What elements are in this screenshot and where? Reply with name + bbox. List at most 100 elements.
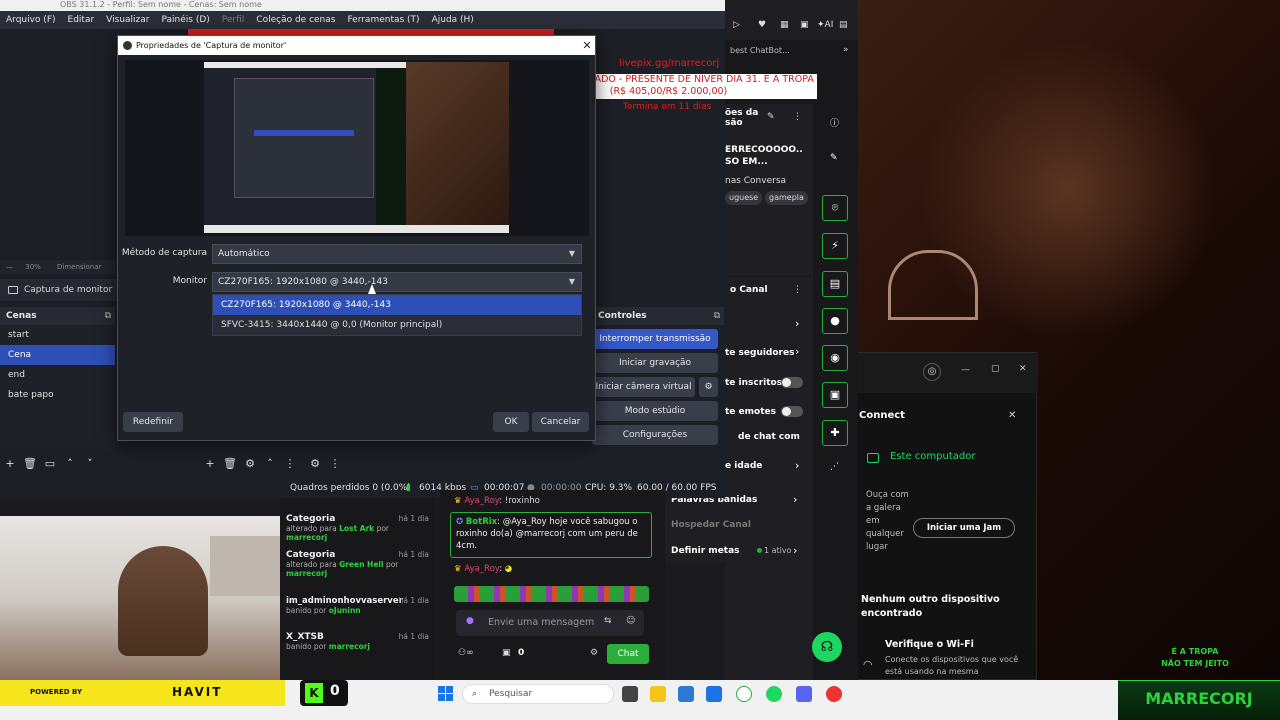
up-icon[interactable]: ˄ (60, 454, 80, 474)
play-icon[interactable]: ▷ (733, 20, 740, 30)
trash-icon[interactable]: 🗑 (20, 454, 40, 474)
chat-send-button[interactable]: Chat (607, 644, 649, 664)
document-icon[interactable]: ▤ (822, 271, 848, 297)
infinity-icon[interactable]: ⚇∞ (458, 648, 474, 658)
start-recording-button[interactable]: Iniciar gravação (592, 353, 718, 373)
start-jam-button[interactable]: Iniciar uma Jam (913, 518, 1015, 538)
virtual-camera-settings-icon[interactable]: ⚙ (699, 377, 718, 397)
menu-view[interactable]: Visualizar (100, 11, 155, 29)
link-icon[interactable]: ⚙ (305, 454, 325, 474)
add-icon[interactable]: + (200, 454, 220, 474)
chevron-right-icon[interactable]: › (795, 345, 799, 358)
row-chat[interactable]: de chat com (738, 432, 800, 442)
chat-input[interactable]: ● Envie uma mensagem ⇆ ☺ (456, 610, 644, 636)
subs-toggle[interactable] (781, 377, 803, 388)
feed-item[interactable]: X_XTSB há 1 dia banido por marrecorj (286, 632, 431, 651)
clip-icon[interactable]: ⌾ (822, 195, 848, 221)
monitor-select[interactable]: CZ270F165: 1920x1080 @ 3440,-143 ▼ (212, 272, 582, 292)
user-icon[interactable]: ◎ (923, 363, 941, 381)
row-followers[interactable]: te seguidores (725, 348, 794, 358)
split-icon[interactable]: ▣ (822, 382, 848, 408)
edit-icon[interactable]: ✎ (767, 112, 775, 122)
scene-item[interactable]: end (0, 365, 115, 385)
close-icon[interactable]: ✕ (1019, 364, 1027, 374)
row-emotes[interactable]: te emotes (725, 407, 776, 417)
windows-start-icon[interactable] (438, 686, 454, 702)
translate-icon[interactable]: ⇆ (604, 616, 612, 626)
add-icon[interactable]: + (0, 454, 20, 474)
zoom-minus-icon[interactable]: — (6, 263, 13, 271)
wrench-icon[interactable]: ✚ (822, 420, 848, 446)
pencil-icon[interactable]: ✎ (830, 153, 838, 163)
feed-item[interactable]: im_adminonhovvaserver há 1 dia banido po… (286, 596, 431, 615)
zoom-label[interactable]: Dimensionar (57, 263, 101, 271)
store-icon[interactable]: ▣ (502, 648, 511, 658)
cancel-button[interactable]: Cancelar (532, 412, 589, 432)
chatbot-label[interactable]: best ChatBot... (730, 46, 790, 55)
scene-item[interactable]: bate papo (0, 385, 115, 405)
doc-icon[interactable]: ▤ (839, 20, 848, 30)
ok-button[interactable]: OK (493, 412, 529, 432)
obs-taskbar-icon[interactable] (826, 686, 842, 702)
virtual-camera-button[interactable]: Iniciar câmera virtual (592, 377, 695, 397)
row-goals[interactable]: Definir metas (671, 546, 740, 556)
more-icon[interactable]: ⋮ (280, 454, 300, 474)
broadcast-icon[interactable]: ◉ (822, 345, 848, 371)
maximize-icon[interactable]: ▢ (991, 364, 1000, 374)
lightning-icon[interactable]: ⚡ (822, 233, 848, 259)
up-icon[interactable]: ˄ (260, 454, 280, 474)
browser-icon[interactable] (736, 686, 752, 702)
trash-icon[interactable]: 🗑 (220, 454, 240, 474)
menu-docks[interactable]: Painéis (D) (155, 11, 215, 29)
feed-item[interactable]: Categoria há 1 dia alterado para Lost Ar… (286, 514, 431, 542)
store-app-icon[interactable] (678, 686, 694, 702)
menu-help[interactable]: Ajuda (H) (426, 11, 480, 29)
method-select[interactable]: Automático ▼ (212, 244, 582, 264)
menu-edit[interactable]: Editar (62, 11, 101, 29)
cube-icon[interactable]: ▣ (800, 20, 809, 30)
spotify-icon[interactable] (766, 686, 782, 702)
taskbar-search[interactable]: ⌕ Pesquisar (462, 684, 614, 704)
bot-user[interactable]: BotRix (466, 517, 497, 527)
discord-icon[interactable] (796, 686, 812, 702)
outlook-icon[interactable] (706, 686, 722, 702)
studio-mode-button[interactable]: Modo estúdio (592, 401, 718, 421)
chat-user[interactable]: Aya_Roy (464, 496, 499, 506)
tag-2[interactable]: gamepla (765, 191, 808, 205)
menu-file[interactable]: Arquivo (F) (0, 11, 62, 29)
folder-icon[interactable] (650, 686, 666, 702)
chat-bubble-icon[interactable]: ● (822, 308, 848, 334)
emoji-icon[interactable]: ☺ (626, 616, 635, 626)
chevron-right-icon[interactable]: › (793, 544, 797, 557)
info-icon[interactable]: ⓘ (830, 116, 839, 129)
menu-profile[interactable]: Perfil (216, 11, 251, 29)
undock-icon[interactable]: ⧉ (105, 307, 111, 325)
hearts-icon[interactable]: ♥ (758, 20, 766, 30)
scene-item[interactable]: start (0, 325, 115, 345)
canal-more-icon[interactable]: ⋮ (793, 285, 802, 295)
monitor-option[interactable]: SFVC-3415: 3440x1440 @ 0,0 (Monitor prin… (213, 315, 581, 335)
chevron-right-icon[interactable]: › (795, 317, 799, 330)
mic-icon[interactable]: ● (466, 616, 474, 626)
undock-icon[interactable]: ⧉ (714, 307, 720, 325)
chevron-right-icon[interactable]: › (795, 459, 799, 472)
source-row[interactable]: Captura de monitor (0, 279, 120, 301)
menu-scene-collection[interactable]: Coleção de cenas (250, 11, 341, 29)
grid-icon[interactable]: ▦ (780, 20, 789, 30)
settings-icon[interactable]: ⚙ (590, 648, 598, 658)
tag-1[interactable]: uguese (725, 191, 763, 205)
monitor-option[interactable]: CZ270F165: 1920x1080 @ 3440,-143 (213, 295, 581, 315)
emotes-toggle[interactable] (781, 406, 803, 417)
settings-button[interactable]: Configurações (592, 425, 718, 445)
close-icon[interactable]: ✕ (580, 36, 594, 55)
this-device-label[interactable]: Este computador (890, 451, 975, 462)
more-icon[interactable]: ⋮ (793, 112, 802, 122)
share-icon[interactable]: ⋰ (830, 462, 839, 472)
headset-icon[interactable]: ☊ (812, 632, 842, 662)
scene-item[interactable]: Cena (0, 345, 115, 365)
chat-user[interactable]: Aya_Roy (464, 564, 499, 574)
filter-icon[interactable]: ▭ (40, 454, 60, 474)
gear-icon[interactable]: ⚙ (240, 454, 260, 474)
connect-close-icon[interactable]: ✕ (1008, 410, 1016, 421)
stop-stream-button[interactable]: Interromper transmissão (592, 329, 718, 349)
